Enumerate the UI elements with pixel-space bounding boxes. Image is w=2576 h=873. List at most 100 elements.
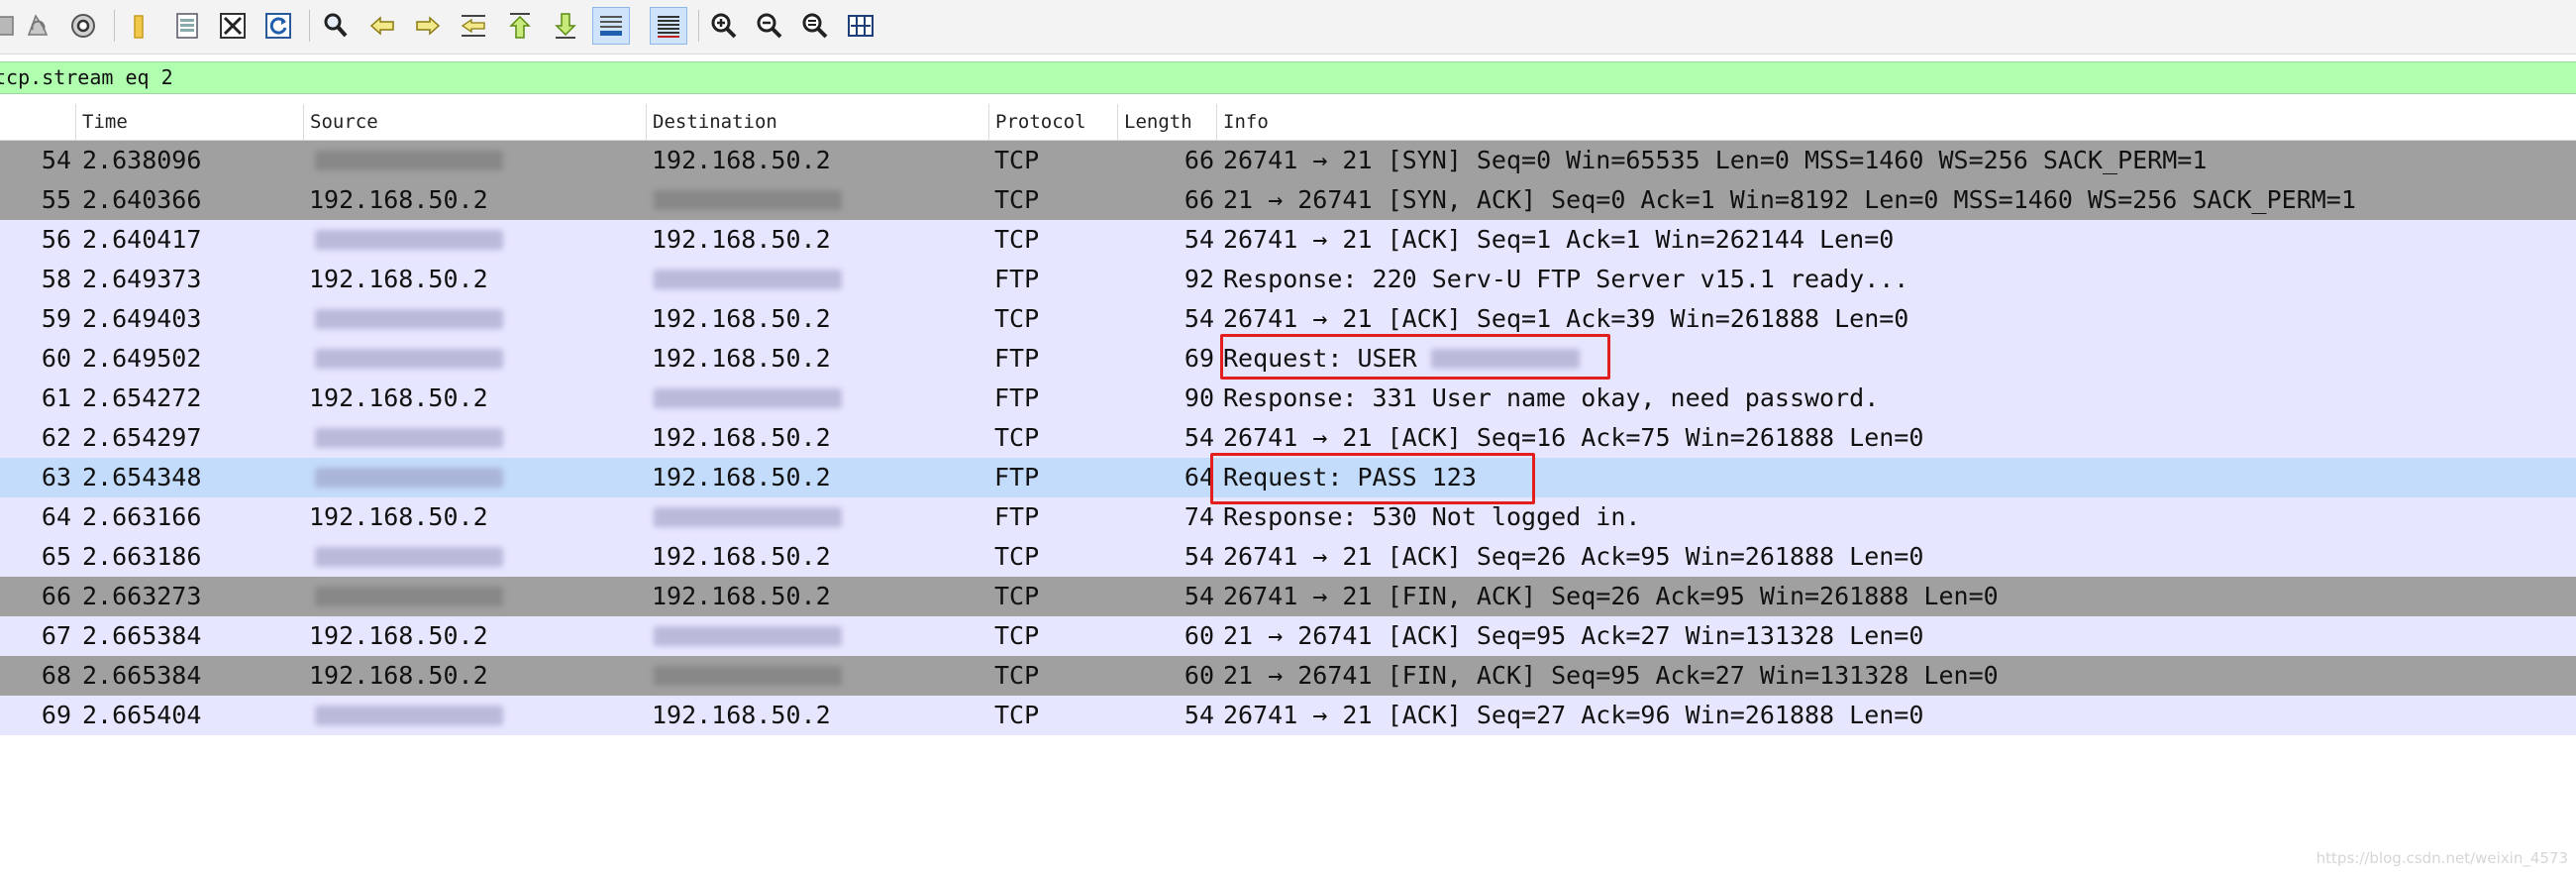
packet-cell-length: 54 (1184, 225, 1214, 254)
packet-cell-info: 26741 → 21 [FIN, ACK] Seq=26 Ack=95 Win=… (1223, 582, 1999, 610)
packet-cell-time: 2.665384 (82, 661, 202, 690)
packet-cell-info: 21 → 26741 [ACK] Seq=95 Ack=27 Win=13132… (1223, 621, 1924, 650)
packet-row[interactable]: 68 2.665384 192.168.50.2 TCP 60 21 → 26741 [F… (0, 656, 2576, 696)
packet-cell-info: 21 → 26741 [SYN, ACK] Seq=0 Ack=1 Win=81… (1223, 185, 2356, 214)
zoom-in-button[interactable] (705, 7, 743, 45)
redacted-address (315, 587, 503, 606)
packet-cell-time: 2.663273 (82, 582, 202, 610)
gear-icon (71, 14, 95, 38)
packet-cell-no: 61 (41, 383, 71, 412)
autoscroll-icon (600, 16, 622, 36)
toolbar-separator (698, 10, 699, 42)
go-back-button[interactable] (363, 7, 401, 45)
packet-cell-info: 21 → 26741 [FIN, ACK] Seq=95 Ack=27 Win=… (1223, 661, 1999, 690)
packet-cell-no: 56 (41, 225, 71, 254)
packet-row[interactable]: 56 2.640417 192.168.50.2 TCP 54 26741 → 21 [A… (0, 220, 2576, 260)
packet-cell-protocol: TCP (994, 542, 1040, 571)
packet-cell-destination: 192.168.50.2 (652, 304, 831, 333)
packet-row[interactable]: 65 2.663186 192.168.50.2 TCP 54 26741 → 21 [A… (0, 537, 2576, 577)
column-header-no[interactable] (0, 104, 75, 140)
go-forward-button[interactable] (409, 7, 447, 45)
packet-cell-destination: 192.168.50.2 (652, 542, 831, 571)
main-toolbar (0, 0, 2576, 55)
packet-cell-protocol: TCP (994, 661, 1040, 690)
zoom-out-button[interactable] (751, 7, 788, 45)
packet-cell-protocol: FTP (994, 344, 1040, 373)
packet-cell-time: 2.665404 (82, 701, 202, 729)
packet-cell-length: 54 (1184, 304, 1214, 333)
packet-cell-destination: 192.168.50.2 (652, 344, 831, 373)
packet-row[interactable]: 62 2.654297 192.168.50.2 TCP 54 26741 → 21 [A… (0, 418, 2576, 458)
redacted-address (315, 547, 503, 567)
close-file-icon (220, 13, 246, 39)
resize-columns-icon (848, 15, 874, 37)
column-header-time[interactable]: Time (75, 104, 303, 140)
find-packet-button[interactable] (317, 7, 355, 45)
packet-cell-no: 64 (41, 502, 71, 531)
packet-row[interactable]: 69 2.665404 192.168.50.2 TCP 54 26741 → 21 [A… (0, 696, 2576, 735)
packet-row[interactable]: 58 2.649373 192.168.50.2 FTP 92 Response: 220… (0, 260, 2576, 299)
capture-options-button[interactable] (64, 7, 102, 45)
column-header-destination[interactable]: Destination (646, 104, 988, 140)
packet-cell-time: 2.649373 (82, 265, 202, 293)
highlight-box-user (1220, 334, 1610, 380)
packet-cell-time: 2.640366 (82, 185, 202, 214)
packet-cell-length: 54 (1184, 542, 1214, 571)
packet-row[interactable]: 55 2.640366 192.168.50.2 TCP 66 21 → 26741 [S… (0, 180, 2576, 220)
packet-row[interactable]: 67 2.665384 192.168.50.2 TCP 60 21 → 26741 [A… (0, 616, 2576, 656)
resize-columns-button[interactable] (842, 7, 879, 45)
go-to-packet-button[interactable] (455, 7, 492, 45)
shark-fin-icon (27, 14, 49, 36)
display-filter-input[interactable]: tcp.stream eq 2 (0, 62, 2570, 93)
redacted-address (315, 309, 503, 329)
display-filter-bar: tcp.stream eq 2 (0, 61, 2576, 94)
zoom-normal-button[interactable] (796, 7, 834, 45)
packet-row[interactable]: 61 2.654272 192.168.50.2 FTP 90 Response: 331… (0, 379, 2576, 418)
go-last-packet-button[interactable] (547, 7, 584, 45)
open-file-button[interactable] (122, 7, 159, 45)
packet-cell-no: 65 (41, 542, 71, 571)
packet-cell-destination: 192.168.50.2 (652, 582, 831, 610)
packet-cell-length: 66 (1184, 185, 1214, 214)
packet-cell-length: 90 (1184, 383, 1214, 412)
auto-scroll-button[interactable] (592, 7, 630, 45)
packet-cell-length: 60 (1184, 621, 1214, 650)
packet-cell-destination: 192.168.50.2 (652, 463, 831, 491)
packet-list-header: Time Source Destination Protocol Length … (0, 104, 2576, 141)
redacted-address (315, 349, 503, 369)
redacted-address (315, 468, 503, 488)
packet-cell-no: 59 (41, 304, 71, 333)
column-header-info[interactable]: Info (1216, 104, 2576, 140)
packet-cell-protocol: FTP (994, 383, 1040, 412)
column-header-source[interactable]: Source (303, 104, 646, 140)
magnifier-icon (324, 13, 348, 38)
packet-cell-protocol: TCP (994, 185, 1040, 214)
restart-capture-button[interactable] (19, 7, 56, 45)
packet-cell-no: 58 (41, 265, 71, 293)
go-first-packet-button[interactable] (501, 7, 539, 45)
reload-file-button[interactable] (259, 7, 297, 45)
packet-cell-destination: 192.168.50.2 (652, 423, 831, 452)
stop-square-icon (0, 16, 14, 36)
redacted-address (654, 666, 842, 686)
packet-list: Time Source Destination Protocol Length … (0, 104, 2576, 735)
column-header-length[interactable]: Length (1117, 104, 1216, 140)
packet-cell-source: 192.168.50.2 (309, 383, 488, 412)
zoom-out-icon (757, 13, 782, 39)
colorize-button[interactable] (650, 7, 687, 45)
toolbar-separator (309, 10, 310, 42)
arrow-left-icon (369, 16, 394, 36)
column-header-protocol[interactable]: Protocol (988, 104, 1117, 140)
packet-row[interactable]: 59 2.649403 192.168.50.2 TCP 54 26741 → 21 [A… (0, 299, 2576, 339)
save-file-button[interactable] (168, 7, 206, 45)
packet-cell-time: 2.654272 (82, 383, 202, 412)
close-file-button[interactable] (214, 7, 252, 45)
watermark: https://blog.csdn.net/weixin_4573 (2316, 849, 2568, 867)
packet-row[interactable]: 66 2.663273 192.168.50.2 TCP 54 26741 → 21 [F… (0, 577, 2576, 616)
packet-cell-info: Response: 331 User name okay, need passw… (1223, 383, 1880, 412)
packet-cell-info: 26741 → 21 [ACK] Seq=1 Ack=1 Win=262144 … (1223, 225, 1895, 254)
packet-row[interactable]: 54 2.638096 192.168.50.2 TCP 66 26741 → 21 [S… (0, 141, 2576, 180)
packet-cell-no: 68 (41, 661, 71, 690)
packet-cell-info: 26741 → 21 [ACK] Seq=26 Ack=95 Win=26188… (1223, 542, 1924, 571)
packet-cell-time: 2.638096 (82, 146, 202, 174)
